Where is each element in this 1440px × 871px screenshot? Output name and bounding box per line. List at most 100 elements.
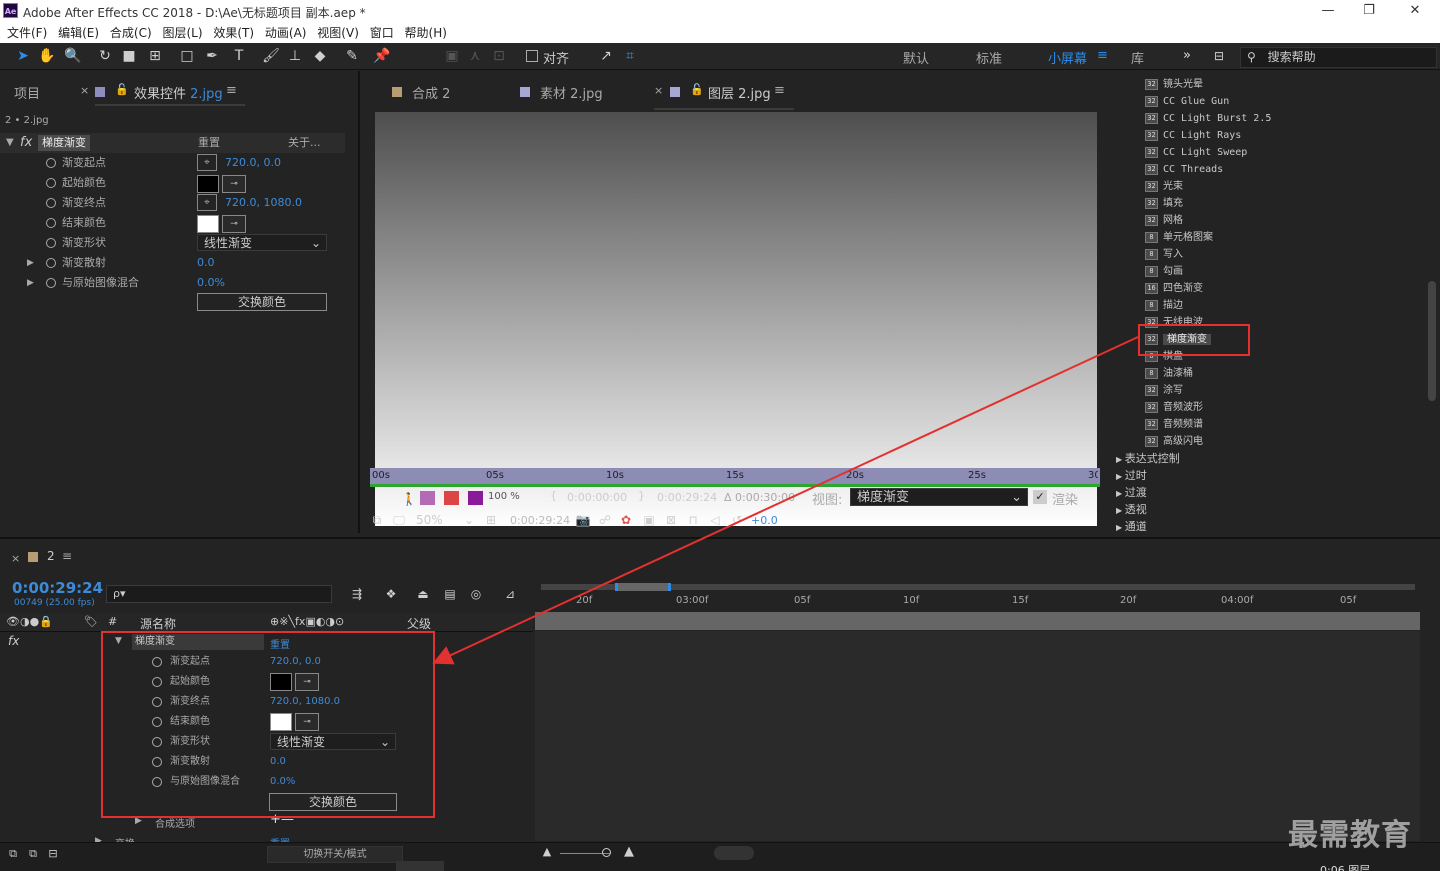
menu-window[interactable]: 窗口 [370, 23, 394, 43]
brush-tool-icon[interactable]: 🖌 [262, 47, 280, 65]
eraser-tool-icon[interactable]: ◆ [311, 47, 329, 65]
workspace-more-icon[interactable]: » [1183, 48, 1191, 63]
close-tab-icon[interactable]: × [11, 552, 20, 565]
tint-icon[interactable] [444, 491, 459, 505]
visibility-column-icon[interactable]: 👁◑●🔒 [6, 615, 53, 628]
in-time[interactable]: 0:00:00:00 [567, 491, 627, 504]
workspace-small-screen[interactable]: 小屏幕 [1048, 48, 1087, 67]
roto-brush-tool-icon[interactable]: ✎ [343, 47, 361, 65]
snap-icon[interactable]: ↗ [597, 47, 615, 65]
effect-item[interactable]: 32 网格 [1145, 212, 1183, 229]
expand-triangle-icon[interactable]: ▼ [6, 133, 14, 153]
close-tab-icon[interactable]: × [80, 84, 89, 97]
toggle-switches-modes-button[interactable]: 切换开关/模式 [267, 846, 403, 863]
expand-triangle-icon[interactable]: ▶ [1116, 506, 1125, 515]
snapshot-icon[interactable]: 📷 [574, 511, 592, 529]
align-checkbox[interactable] [526, 50, 538, 62]
effect-item[interactable]: 32 CC Light Sweep [1145, 144, 1247, 161]
workspace-standard[interactable]: 标准 [976, 48, 1002, 67]
start-color-swatch[interactable] [197, 175, 219, 193]
panel-menu-icon[interactable]: ≡ [226, 83, 237, 98]
panel-menu-icon[interactable]: ≡ [62, 549, 72, 563]
view-dropdown[interactable]: 梯度渐变 ⌄ [850, 488, 1028, 506]
fast-preview-icon[interactable]: ◁ [706, 511, 724, 529]
prop-value[interactable]: 720.0, 0.0 [225, 153, 281, 173]
rectangle-tool-icon[interactable]: □ [178, 47, 196, 65]
stopwatch-icon[interactable] [46, 258, 56, 268]
frame-blending-icon[interactable]: ▤ [441, 585, 459, 603]
stopwatch-icon[interactable] [46, 158, 56, 168]
tab-timeline-comp[interactable]: 2 [47, 549, 55, 563]
zoom-slider-handle[interactable] [602, 848, 611, 857]
monitor-icon[interactable]: 🖵 [390, 511, 408, 529]
tab-effect-controls[interactable]: 效果控件 2.jpg [134, 83, 223, 102]
lock-icon[interactable]: 🔓 [690, 83, 704, 96]
tab-composition[interactable]: 合成 2 [412, 83, 450, 102]
eyedropper-icon[interactable]: ⊸ [222, 215, 246, 233]
pen-tool-icon[interactable]: ✒ [203, 47, 221, 65]
stopwatch-icon[interactable] [46, 178, 56, 188]
effect-item[interactable]: 32 涂写 [1145, 382, 1183, 399]
label-column-icon[interactable]: 🏷 [84, 615, 98, 628]
in-point-icon[interactable]: { [550, 489, 557, 502]
expand-triangle-icon[interactable]: ▶ [1116, 523, 1125, 532]
close-tab-icon[interactable]: × [654, 84, 663, 97]
prop-value[interactable]: 0.0 [197, 253, 215, 273]
swap-colors-button[interactable]: 交换颜色 [197, 293, 327, 311]
menu-layer[interactable]: 图层(L) [162, 23, 202, 43]
puppet-pin-tool-icon[interactable]: 📌 [373, 47, 391, 65]
effect-item[interactable]: 8 写入 [1145, 246, 1183, 263]
zoom-tool-icon[interactable]: 🔍 [64, 47, 82, 65]
zoom-in-icon[interactable]: ▲ [620, 843, 638, 861]
timeline-navigator[interactable] [541, 583, 1415, 591]
effect-item[interactable]: 8 单元格图案 [1145, 229, 1213, 246]
motion-blur-icon[interactable]: ◎ [467, 585, 485, 603]
tab-project[interactable]: 项目 [14, 83, 40, 102]
expand-triangle-icon[interactable]: ▶ [1116, 455, 1125, 464]
expand-triangle-icon[interactable]: ▶ [1116, 472, 1125, 481]
timeline-search-input[interactable]: ρ▾ [106, 585, 332, 603]
about-link[interactable]: 关于... [288, 133, 321, 153]
navigator-handle[interactable] [615, 583, 671, 591]
mask-visibility-icon[interactable]: ⊓ [684, 511, 702, 529]
crosshair-icon[interactable]: ⌖ [197, 194, 217, 211]
tab-layer[interactable]: 图层 2.jpg [708, 83, 771, 102]
opacity-value[interactable]: 100 % [488, 491, 520, 502]
timeline-scrollbar[interactable] [1426, 631, 1436, 841]
rotate-tool-icon[interactable]: ↻ [96, 47, 114, 65]
panel-resize-handle[interactable] [396, 861, 444, 871]
local-axis-icon[interactable]: ▣ [443, 47, 461, 65]
clone-stamp-tool-icon[interactable]: ⊥ [286, 47, 304, 65]
safe-margins-icon[interactable]: ⊞ [482, 511, 500, 529]
selection-tool-icon[interactable]: ➤ [14, 47, 32, 65]
graph-editor-icon[interactable]: ⊿ [501, 585, 519, 603]
expand-triangle-icon[interactable]: ▶ [27, 253, 34, 273]
zoom-dropdown[interactable]: 50% ⌄ [410, 512, 476, 529]
fx-toggle[interactable]: fx [20, 133, 32, 153]
expand-timing-icon[interactable]: ⊟ [44, 845, 62, 863]
stopwatch-icon[interactable] [46, 278, 56, 288]
menu-composition[interactable]: 合成(C) [110, 23, 152, 43]
effect-item[interactable]: 32 CC Glue Gun [1145, 93, 1229, 110]
region-interest-icon[interactable]: ▣ [640, 511, 658, 529]
expand-layers-icon[interactable]: ⧉ [4, 845, 22, 863]
workspace-menu-icon[interactable]: ≡ [1097, 48, 1108, 63]
channel-icon[interactable]: ✿ [617, 511, 635, 529]
effect-item[interactable]: 16 四色渐变 [1145, 280, 1203, 297]
pan-behind-tool-icon[interactable]: ⊞ [146, 47, 164, 65]
sync-settings-icon[interactable]: ⊟ [1210, 47, 1228, 65]
show-snapshot-icon[interactable]: ☍ [596, 511, 614, 529]
lock-icon[interactable]: 🔓 [115, 83, 129, 96]
transparency-grid-icon[interactable]: ⊠ [662, 511, 680, 529]
effect-item[interactable]: 32 填充 [1145, 195, 1183, 212]
reset-link[interactable]: 重置 [198, 133, 220, 153]
parent-column[interactable]: 父级 [407, 615, 431, 632]
fx-toggle[interactable]: fx [8, 634, 19, 648]
panel-menu-icon[interactable]: ≡ [774, 83, 785, 98]
crosshair-icon[interactable]: ⌖ [197, 154, 217, 171]
text-tool-icon[interactable]: T [230, 47, 248, 65]
prop-value[interactable]: 0.0% [197, 273, 225, 293]
color-swatch-icon[interactable] [468, 491, 483, 505]
camera-tool-icon[interactable]: ■ [120, 47, 138, 65]
zoom-out-icon[interactable]: ▲ [538, 843, 556, 861]
